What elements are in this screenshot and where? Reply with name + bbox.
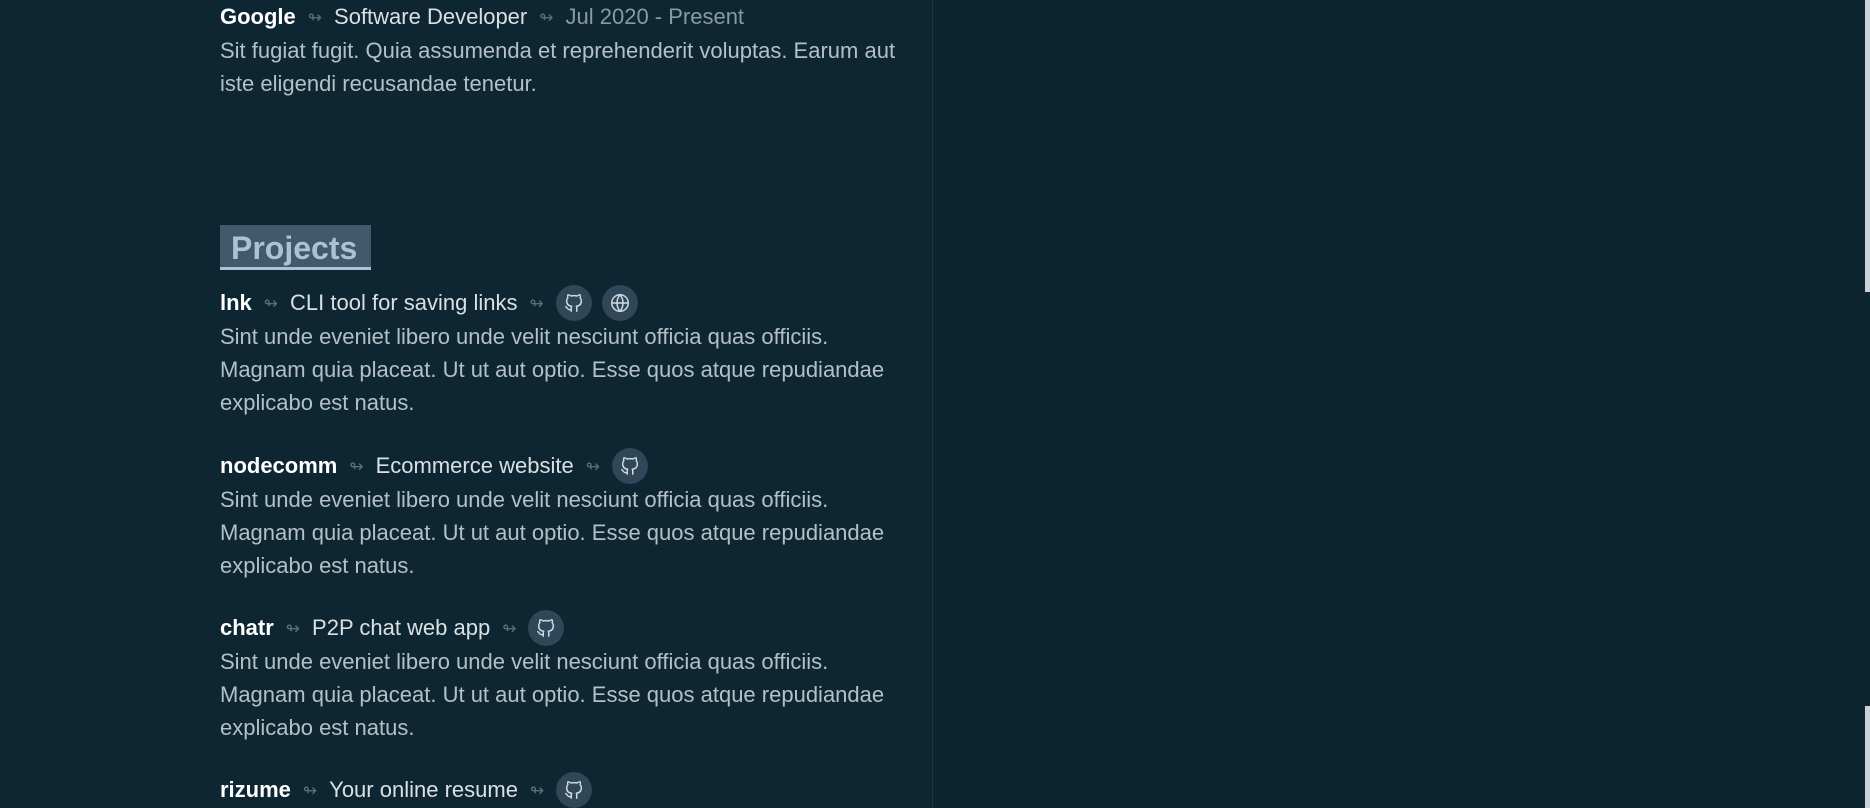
project-item-chatr: chatr ↬ P2P chat web app ↬ Sint unde eve… — [220, 610, 900, 744]
scrollbar-thumb[interactable] — [1865, 0, 1870, 292]
project-tagline: Your online resume — [329, 777, 518, 802]
separator-icon: ↬ — [529, 780, 545, 800]
projects-section-header: Projects — [220, 225, 372, 270]
preview-pane: Google ↬ Software Developer ↬ Jul 2020 -… — [0, 0, 933, 808]
job-role: Software Developer — [334, 4, 528, 29]
project-name: chatr — [220, 615, 274, 640]
github-icon[interactable] — [611, 448, 648, 484]
project-header: chatr ↬ P2P chat web app ↬ — [220, 610, 900, 646]
vertical-scrollbar[interactable] — [1865, 0, 1870, 808]
project-description: Sint unde eveniet libero unde velit nesc… — [220, 649, 885, 740]
section-title: Projects — [220, 225, 372, 270]
github-icon[interactable] — [528, 610, 565, 646]
separator-icon: ↬ — [263, 293, 279, 313]
scrollbar-thumb[interactable] — [1865, 706, 1870, 808]
separator-icon: ↬ — [285, 618, 301, 638]
job-date: Jul 2020 - Present — [565, 4, 745, 29]
project-item-rizume: rizume ↬ Your online resume ↬ — [220, 772, 900, 808]
github-icon[interactable] — [555, 285, 592, 321]
project-description: Sint unde eveniet libero unde velit nesc… — [220, 487, 885, 578]
experience-header: Google ↬ Software Developer ↬ Jul 2020 -… — [220, 0, 900, 34]
project-item-nodecomm: nodecomm ↬ Ecommerce website ↬ Sint unde… — [220, 448, 900, 582]
company-name: Google — [220, 4, 296, 29]
project-name: nodecomm — [220, 453, 338, 478]
project-header: nodecomm ↬ Ecommerce website ↬ — [220, 448, 900, 484]
project-tagline: Ecommerce website — [375, 453, 574, 478]
project-name: rizume — [220, 777, 291, 802]
separator-icon: ↬ — [529, 293, 544, 313]
separator-icon: ↬ — [585, 456, 600, 476]
editor-pane[interactable] — [933, 0, 1870, 808]
separator-icon: ↬ — [349, 456, 364, 476]
experience-description: Sit fugiat fugit. Quia assumenda et repr… — [220, 38, 896, 96]
project-header: lnk ↬ CLI tool for saving links ↬ — [220, 285, 900, 321]
project-header: rizume ↬ Your online resume ↬ — [220, 772, 900, 808]
separator-icon: ↬ — [307, 7, 323, 27]
project-tagline: P2P chat web app — [312, 615, 491, 640]
project-name: lnk — [220, 290, 252, 315]
project-tagline: CLI tool for saving links — [290, 290, 518, 315]
project-description: Sint unde eveniet libero unde velit nesc… — [220, 324, 885, 415]
experience-entry: Google ↬ Software Developer ↬ Jul 2020 -… — [220, 0, 900, 100]
globe-icon[interactable] — [601, 285, 638, 321]
separator-icon: ↬ — [539, 7, 554, 27]
separator-icon: ↬ — [302, 780, 318, 800]
separator-icon: ↬ — [502, 618, 517, 638]
project-item-lnk: lnk ↬ CLI tool for saving links ↬ Sint u… — [220, 285, 900, 419]
github-icon[interactable] — [556, 772, 593, 808]
